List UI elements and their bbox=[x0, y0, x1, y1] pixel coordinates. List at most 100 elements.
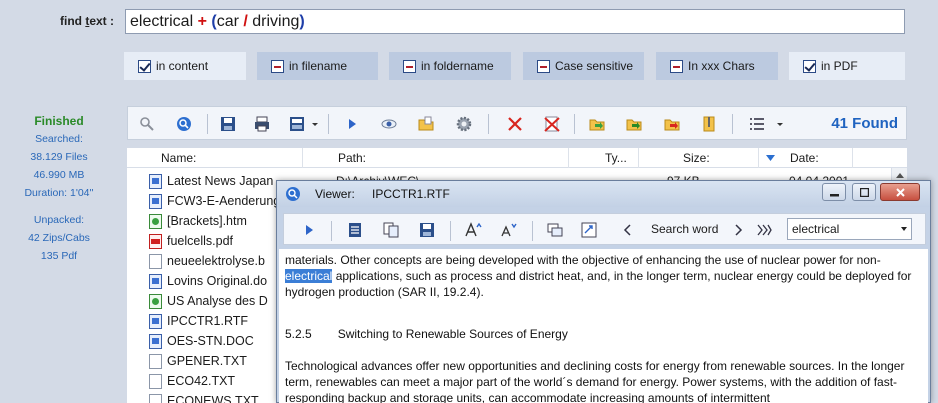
copy-to-folder-icon[interactable] bbox=[588, 115, 606, 133]
column-separator[interactable] bbox=[852, 148, 853, 168]
table-row[interactable]: fuelcells.pdf bbox=[149, 231, 233, 251]
chevrons-right-icon[interactable] bbox=[756, 221, 772, 239]
list-view-icon[interactable] bbox=[748, 115, 766, 133]
filter-in-foldername[interactable]: in foldername bbox=[389, 52, 511, 80]
play-icon[interactable] bbox=[343, 115, 361, 133]
sort-descending-icon bbox=[766, 155, 775, 161]
chevron-left-icon[interactable] bbox=[622, 221, 634, 239]
text-file-icon bbox=[149, 393, 162, 403]
save-icon[interactable] bbox=[219, 115, 237, 133]
filter-label: Case sensitive bbox=[555, 59, 634, 73]
filter-in-content[interactable]: in content bbox=[124, 52, 246, 80]
filter-in-filename[interactable]: in filename bbox=[257, 52, 378, 80]
column-size[interactable]: Size: bbox=[683, 151, 710, 165]
column-separator[interactable] bbox=[638, 148, 639, 168]
chevron-down-icon[interactable] bbox=[311, 115, 319, 133]
table-row[interactable]: IPCCTR1.RTF bbox=[149, 311, 248, 331]
viewer-app-icon bbox=[286, 187, 300, 201]
table-row[interactable]: Latest News Japan bbox=[149, 171, 273, 191]
column-separator[interactable] bbox=[568, 148, 569, 168]
html-file-icon bbox=[149, 293, 162, 309]
results-column-header: Name: Path: Ty... Size: Date: bbox=[127, 148, 907, 168]
doc-file-icon bbox=[149, 273, 162, 289]
status-pdf-count: 135 Pdf bbox=[40, 250, 78, 262]
column-separator[interactable] bbox=[758, 148, 759, 168]
checkbox-excluded-icon bbox=[537, 59, 550, 73]
eye-icon[interactable] bbox=[380, 115, 398, 133]
results-toolbar: 41 Found bbox=[127, 106, 907, 140]
query-term-3: driving bbox=[247, 13, 300, 30]
query-term-1: electrical bbox=[130, 13, 198, 30]
toolbar-separator bbox=[574, 114, 575, 134]
filter-label: in content bbox=[156, 59, 209, 73]
column-type[interactable]: Ty... bbox=[605, 151, 627, 165]
font-decrease-icon[interactable] bbox=[499, 221, 517, 239]
viewer-titlebar[interactable]: Viewer: IPCCTR1.RTF bbox=[277, 181, 930, 207]
archive-icon[interactable] bbox=[700, 115, 718, 133]
maximize-button[interactable] bbox=[852, 183, 876, 201]
table-row[interactable]: FCW3-E-Aenderung bbox=[149, 191, 280, 211]
table-row[interactable]: ECONEWS.TXT bbox=[149, 391, 259, 403]
file-name: GPENER.TXT bbox=[167, 354, 247, 368]
copy-icon[interactable] bbox=[382, 221, 400, 239]
find-text-label: find text : bbox=[60, 14, 114, 28]
filter-in-pdf[interactable]: in PDF bbox=[789, 52, 905, 80]
search-icon[interactable] bbox=[175, 115, 193, 133]
text-paragraph: Technological advances offer new opportu… bbox=[285, 359, 905, 403]
column-path[interactable]: Path: bbox=[338, 151, 366, 165]
filter-in-xxx-chars[interactable]: In xxx Chars bbox=[656, 52, 778, 80]
close-window-button[interactable] bbox=[880, 183, 920, 201]
section-title: Switching to Renewable Sources of Energy bbox=[337, 327, 568, 341]
document-view-icon[interactable] bbox=[346, 221, 364, 239]
close-icon[interactable] bbox=[506, 115, 524, 133]
table-row[interactable]: ECO42.TXT bbox=[149, 371, 235, 391]
column-separator[interactable] bbox=[302, 148, 303, 168]
viewer-document-text[interactable]: materials. Other concepts are being deve… bbox=[279, 249, 928, 403]
remove-from-folder-icon[interactable] bbox=[663, 115, 681, 133]
scroll-up-icon[interactable] bbox=[896, 172, 904, 178]
status-file-count: 38.129 Files bbox=[30, 151, 88, 163]
chevron-right-icon[interactable] bbox=[732, 221, 744, 239]
close-icon bbox=[896, 188, 905, 197]
delete-file-icon[interactable] bbox=[543, 115, 561, 133]
windows-icon[interactable] bbox=[546, 221, 564, 239]
play-icon[interactable] bbox=[300, 221, 318, 239]
filter-case-sensitive[interactable]: Case sensitive bbox=[523, 52, 644, 80]
find-text-input[interactable]: electrical + (car / driving) bbox=[125, 9, 905, 34]
table-row[interactable]: [Brackets].htm bbox=[149, 211, 247, 231]
search-pin-icon[interactable] bbox=[138, 115, 156, 133]
table-row[interactable]: US Analyse des D bbox=[149, 291, 268, 311]
search-word-select[interactable]: electrical bbox=[787, 218, 912, 240]
save-icon[interactable] bbox=[418, 221, 436, 239]
minimize-button[interactable] bbox=[822, 183, 846, 201]
toolbar-separator bbox=[328, 114, 329, 134]
text-file-icon bbox=[149, 253, 162, 269]
chevron-down-icon[interactable] bbox=[776, 115, 784, 133]
chevron-down-icon bbox=[901, 227, 907, 231]
file-name: neueelektrolyse.b bbox=[167, 254, 265, 268]
table-row[interactable]: Lovins Original.do bbox=[149, 271, 267, 291]
table-row[interactable]: neueelektrolyse.b bbox=[149, 251, 265, 271]
text-paragraph: materials. Other concepts are being deve… bbox=[285, 252, 922, 300]
column-name[interactable]: Name: bbox=[161, 151, 196, 165]
text-run: applications, such as process and distri… bbox=[285, 269, 912, 299]
viewer-toolbar: Search word electrical bbox=[283, 213, 926, 245]
minimize-icon bbox=[830, 194, 839, 197]
gear-icon[interactable] bbox=[455, 115, 473, 133]
table-row[interactable]: GPENER.TXT bbox=[149, 351, 247, 371]
open-folder-icon[interactable] bbox=[417, 115, 435, 133]
font-increase-icon[interactable] bbox=[464, 221, 482, 239]
query-term-2: car bbox=[216, 13, 244, 30]
export-icon[interactable] bbox=[288, 115, 306, 133]
print-icon[interactable] bbox=[253, 115, 271, 133]
file-name: fuelcells.pdf bbox=[167, 234, 234, 248]
find-label-post: ext : bbox=[89, 14, 115, 28]
options-icon[interactable] bbox=[580, 221, 598, 239]
table-row[interactable]: OES-STN.DOC bbox=[149, 331, 254, 351]
checkbox-checked-icon bbox=[803, 59, 816, 73]
file-name: Latest News Japan bbox=[167, 174, 274, 188]
move-to-folder-icon[interactable] bbox=[625, 115, 643, 133]
column-date[interactable]: Date: bbox=[790, 151, 819, 165]
search-word-value: electrical bbox=[792, 222, 840, 236]
find-label-pre: find bbox=[60, 14, 86, 28]
